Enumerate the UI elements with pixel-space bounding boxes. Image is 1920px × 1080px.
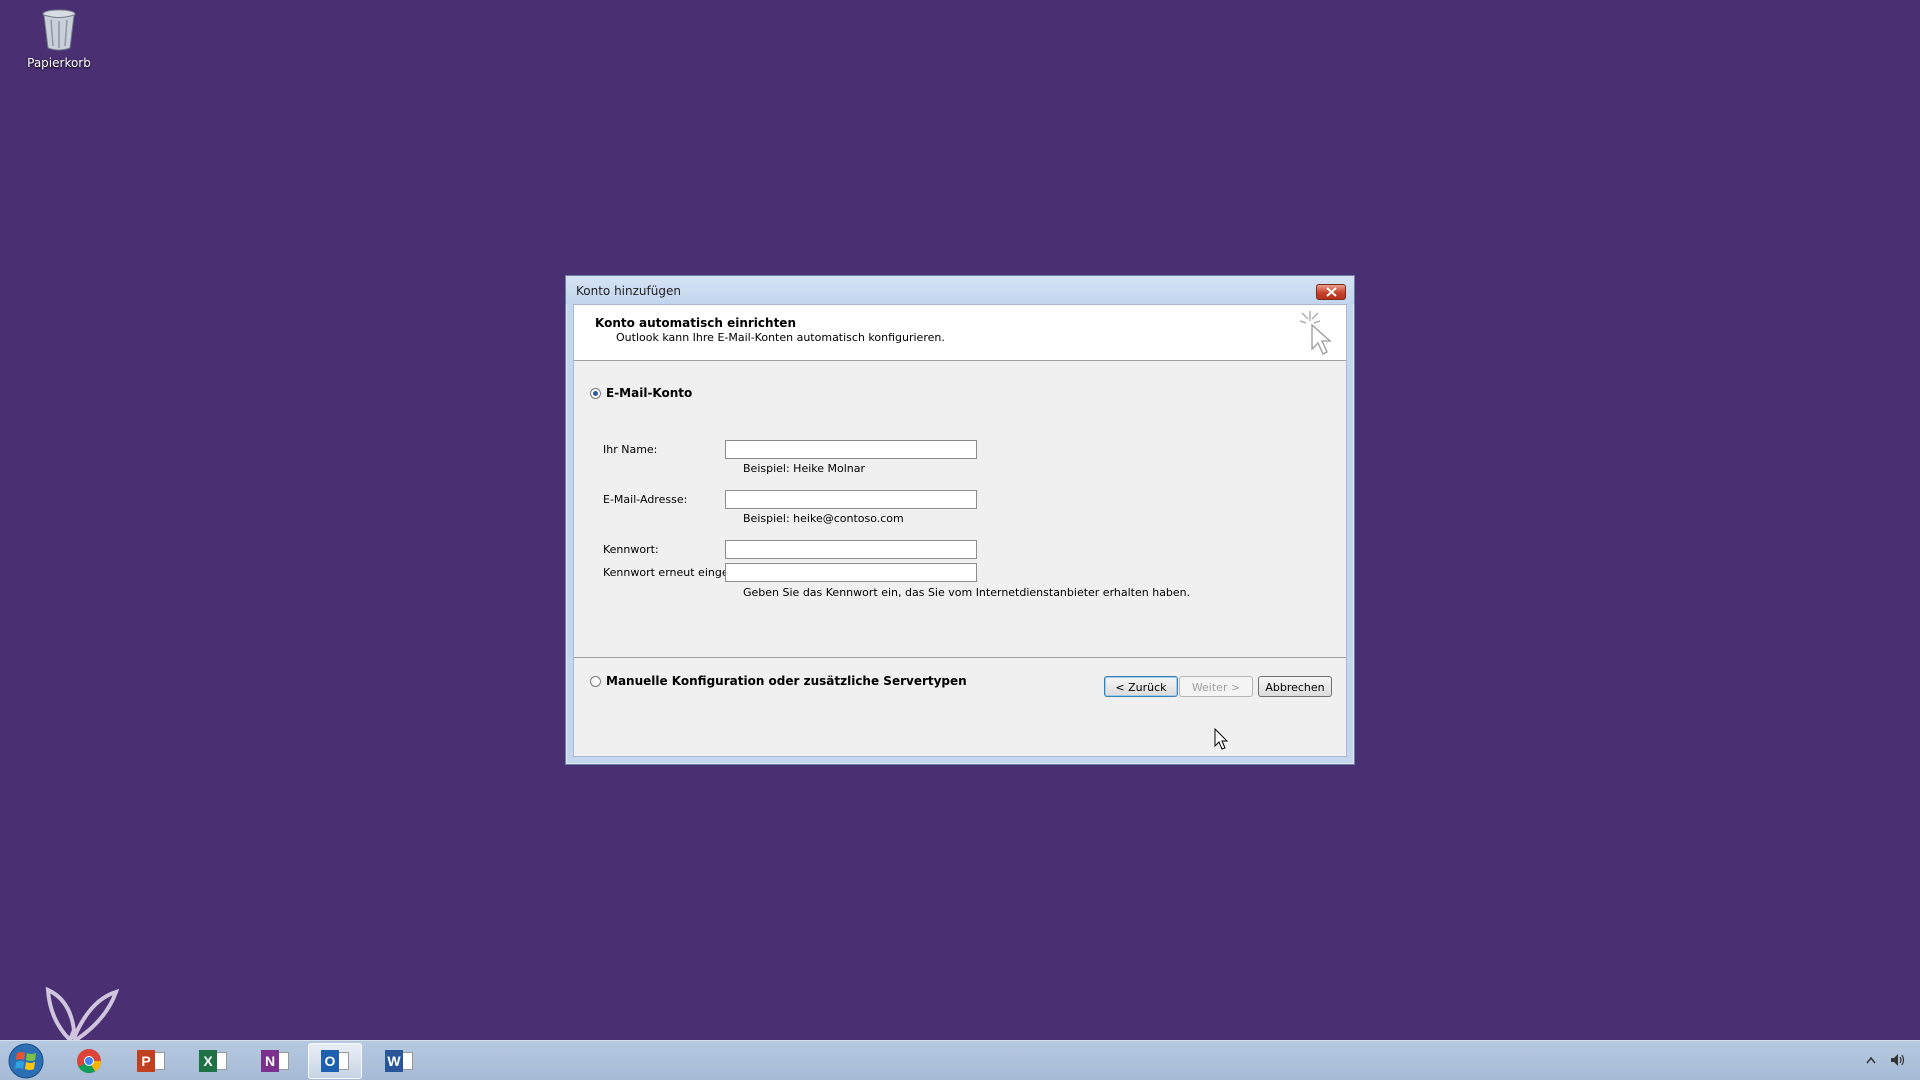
recycle-bin[interactable]: Papierkorb <box>22 6 96 70</box>
manual-config-option[interactable]: Manuelle Konfiguration oder zusätzliche … <box>590 674 967 688</box>
outlook-icon: O <box>321 1048 349 1074</box>
taskbar-outlook[interactable]: O <box>308 1043 362 1079</box>
back-button[interactable]: < Zurück <box>1104 676 1178 697</box>
name-label: Ihr Name: <box>603 443 658 456</box>
windows-start-icon <box>8 1043 44 1079</box>
recycle-bin-icon <box>42 9 76 51</box>
email-account-radio[interactable] <box>590 387 601 399</box>
excel-icon: X <box>199 1048 227 1074</box>
email-label: E-Mail-Adresse: <box>603 493 688 506</box>
taskbar-excel[interactable]: X <box>186 1043 240 1079</box>
header-subtitle: Outlook kann Ihre E-Mail-Konten automati… <box>616 331 945 344</box>
dialog-title: Konto hinzufügen <box>576 284 681 298</box>
password-input[interactable] <box>725 540 977 559</box>
taskbar-onenote[interactable]: N <box>248 1043 302 1079</box>
header-title: Konto automatisch einrichten <box>595 316 796 330</box>
close-icon <box>1326 287 1337 297</box>
email-account-label: E-Mail-Konto <box>606 386 693 400</box>
email-input[interactable] <box>725 490 977 509</box>
powerpoint-icon: P <box>137 1048 165 1074</box>
chrome-icon <box>77 1049 101 1074</box>
add-account-dialog: Konto hinzufügen Konto automatisch einri… <box>565 275 1355 765</box>
dialog-titlebar[interactable]: Konto hinzufügen <box>566 276 1354 304</box>
dialog-content: Konto automatisch einrichten Outlook kan… <box>573 304 1347 757</box>
taskbar-chrome[interactable] <box>62 1043 116 1079</box>
name-input[interactable] <box>725 440 977 459</box>
taskbar-powerpoint[interactable]: P <box>124 1043 178 1079</box>
taskbar-word[interactable]: W <box>372 1043 426 1079</box>
system-tray <box>1866 1053 1906 1067</box>
cancel-button[interactable]: Abbrechen <box>1258 676 1332 697</box>
wizard-header: Konto automatisch einrichten Outlook kan… <box>574 305 1346 361</box>
auto-setup-cursor-icon <box>1299 311 1332 355</box>
mouse-cursor-icon <box>1214 728 1229 750</box>
email-account-option[interactable]: E-Mail-Konto <box>590 386 692 400</box>
word-icon: W <box>385 1048 413 1074</box>
name-hint: Beispiel: Heike Molnar <box>743 462 866 475</box>
password-label: Kennwort: <box>603 543 659 556</box>
manual-config-label: Manuelle Konfiguration oder zusätzliche … <box>606 674 967 688</box>
password-repeat-input[interactable] <box>725 563 977 582</box>
show-hidden-icons-icon[interactable] <box>1866 1056 1876 1064</box>
next-button[interactable]: Weiter > <box>1179 676 1253 697</box>
wizard-body: E-Mail-Konto Ihr Name: Beispiel: Heike M… <box>574 361 1346 688</box>
taskbar: P X N O W <box>0 1040 1920 1080</box>
start-button[interactable] <box>6 1042 48 1080</box>
recycle-bin-label: Papierkorb <box>27 56 91 70</box>
onenote-icon: N <box>261 1048 289 1074</box>
email-hint: Beispiel: heike@contoso.com <box>743 512 904 525</box>
close-button[interactable] <box>1316 284 1346 300</box>
password-hint: Geben Sie das Kennwort ein, das Sie vom … <box>743 586 1191 599</box>
manual-config-radio[interactable] <box>590 675 601 687</box>
volume-icon[interactable] <box>1890 1053 1906 1067</box>
